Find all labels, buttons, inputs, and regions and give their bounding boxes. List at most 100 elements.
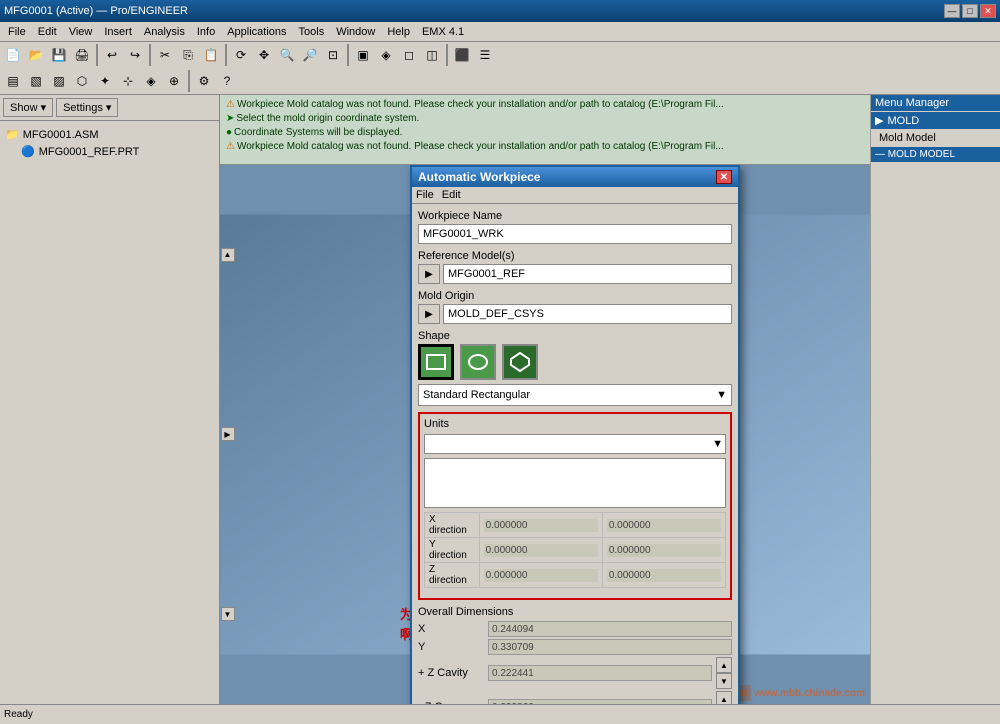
tree-item-asm[interactable]: 📁 MFG0001.ASM bbox=[5, 126, 214, 143]
zoom-out-icon[interactable]: 🔎 bbox=[299, 44, 321, 66]
status-text-4: Workpiece Mold catalog was not found. Pl… bbox=[237, 140, 724, 154]
nav-mid[interactable]: ▶ bbox=[221, 427, 235, 441]
pan-icon[interactable]: ✥ bbox=[253, 44, 275, 66]
nav-up[interactable]: ▲ bbox=[221, 248, 235, 262]
show-dropdown[interactable]: Show ▾ bbox=[3, 98, 53, 117]
units-dropdown[interactable]: ▼ bbox=[424, 434, 726, 454]
tree-item-prt[interactable]: 🔵 MFG0001_REF.PRT bbox=[5, 143, 214, 160]
mold-model-section[interactable]: — MOLD MODEL bbox=[871, 147, 1000, 162]
asm-icon: 📁 bbox=[5, 128, 19, 141]
z-cavity-input[interactable] bbox=[488, 665, 712, 681]
content-area: Show ▾ Settings ▾ 📁 MFG0001.ASM 🔵 MFG000… bbox=[0, 95, 1000, 704]
mold-model-item[interactable]: Mold Model bbox=[871, 130, 1000, 146]
hidden-icon[interactable]: ◫ bbox=[421, 44, 443, 66]
open-icon[interactable]: 📂 bbox=[25, 44, 47, 66]
t2-icon2[interactable]: ▧ bbox=[25, 70, 47, 92]
shape-round-btn[interactable] bbox=[460, 344, 496, 380]
mold-section[interactable]: ▶ MOLD bbox=[871, 112, 1000, 129]
right-menu-manager: Menu Manager ▶ MOLD Mold Model — MOLD MO… bbox=[870, 95, 1000, 704]
dialog-menu-file[interactable]: File bbox=[416, 189, 434, 201]
menu-emx[interactable]: EMX 4.1 bbox=[416, 24, 470, 40]
z-dir-val2 bbox=[602, 563, 725, 588]
mold-arrow-icon: ▶ bbox=[875, 114, 883, 127]
asm-label: MFG0001.ASM bbox=[23, 129, 99, 141]
viewport-area[interactable]: MOLD_DEF_CSYS PTNG PLANE ▲ ▶ ▼ 为什么units bbox=[220, 165, 870, 704]
t2-icon4[interactable]: ⬡ bbox=[71, 70, 93, 92]
fit-icon[interactable]: ⊡ bbox=[322, 44, 344, 66]
rotate-icon[interactable]: ⟳ bbox=[230, 44, 252, 66]
ref-arrow-btn[interactable]: ▶ bbox=[418, 264, 440, 284]
z-cavity-up-btn[interactable]: ▲ bbox=[716, 657, 732, 673]
model-icon[interactable]: ⬛ bbox=[451, 44, 473, 66]
dialog-menubar: File Edit bbox=[412, 187, 738, 204]
workpiece-name-label: Workpiece Name bbox=[418, 210, 732, 222]
close-button[interactable]: ✕ bbox=[980, 4, 996, 18]
toolbar-area: 📄 📂 💾 🖨 ↩ ↪ ✂ ⎘ 📋 ⟳ ✥ 🔍 🔎 ⊡ ▣ ◈ ◻ ◫ ⬛ ☰ bbox=[0, 42, 1000, 95]
cut-icon[interactable]: ✂ bbox=[154, 44, 176, 66]
new-icon[interactable]: 📄 bbox=[2, 44, 24, 66]
title-text: MFG0001 (Active) — Pro/ENGINEER bbox=[4, 5, 188, 17]
y-overall-input[interactable] bbox=[488, 639, 732, 655]
workpiece-name-input[interactable] bbox=[418, 224, 732, 244]
y-dir-input2 bbox=[607, 544, 721, 557]
warn-icon-2: ⚠ bbox=[226, 140, 235, 154]
mold-origin-input[interactable] bbox=[443, 304, 732, 324]
minimize-button[interactable]: — bbox=[944, 4, 960, 18]
overall-title: Overall Dimensions bbox=[418, 606, 732, 618]
t2-icon7[interactable]: ◈ bbox=[140, 70, 162, 92]
z-core-up-btn[interactable]: ▲ bbox=[716, 691, 732, 704]
copy-icon[interactable]: ⎘ bbox=[177, 44, 199, 66]
t2-icon10[interactable]: ? bbox=[216, 70, 238, 92]
t2-icon1[interactable]: ▤ bbox=[2, 70, 24, 92]
paste-icon[interactable]: 📋 bbox=[200, 44, 222, 66]
layer-icon[interactable]: ☰ bbox=[474, 44, 496, 66]
reference-model-input[interactable] bbox=[443, 264, 732, 284]
print-icon[interactable]: 🖨 bbox=[71, 44, 93, 66]
x-dir-label: X direction bbox=[425, 513, 480, 538]
menu-file[interactable]: File bbox=[2, 24, 32, 40]
origin-arrow-btn[interactable]: ▶ bbox=[418, 304, 440, 324]
dialog-menu-edit[interactable]: Edit bbox=[442, 189, 461, 201]
undo-icon[interactable]: ↩ bbox=[101, 44, 123, 66]
x-dir-val1 bbox=[479, 513, 602, 538]
t2-icon3[interactable]: ▨ bbox=[48, 70, 70, 92]
z-dir-input2 bbox=[607, 569, 721, 582]
menu-insert[interactable]: Insert bbox=[98, 24, 138, 40]
left-section: Show ▾ Settings ▾ 📁 MFG0001.ASM 🔵 MFG000… bbox=[0, 95, 220, 704]
units-dropdown-arrow: ▼ bbox=[712, 438, 723, 450]
t2-icon8[interactable]: ⊕ bbox=[163, 70, 185, 92]
zoom-in-icon[interactable]: 🔍 bbox=[276, 44, 298, 66]
menu-help[interactable]: Help bbox=[381, 24, 416, 40]
shading-icon[interactable]: ◈ bbox=[375, 44, 397, 66]
side-controls: ▲ ▶ ▼ bbox=[220, 165, 235, 704]
menu-applications[interactable]: Applications bbox=[221, 24, 292, 40]
shape-custom-btn[interactable] bbox=[502, 344, 538, 380]
title-bar-buttons: — □ ✕ bbox=[944, 4, 996, 18]
dialog-close-button[interactable]: ✕ bbox=[716, 170, 732, 184]
wire-icon[interactable]: ◻ bbox=[398, 44, 420, 66]
maximize-button[interactable]: □ bbox=[962, 4, 978, 18]
shape-dropdown[interactable]: Standard Rectangular ▼ bbox=[418, 384, 732, 406]
shape-rect-btn[interactable] bbox=[418, 344, 454, 380]
nav-down[interactable]: ▼ bbox=[221, 607, 235, 621]
settings-dropdown[interactable]: Settings ▾ bbox=[56, 98, 118, 117]
sep4 bbox=[347, 44, 349, 66]
render-icon[interactable]: ▣ bbox=[352, 44, 374, 66]
redo-icon[interactable]: ↪ bbox=[124, 44, 146, 66]
z-core-input[interactable] bbox=[488, 699, 712, 704]
menu-view[interactable]: View bbox=[63, 24, 99, 40]
t2-icon6[interactable]: ⊹ bbox=[117, 70, 139, 92]
z-direction-row: Z direction bbox=[425, 563, 726, 588]
dialog-title: Automatic Workpiece bbox=[418, 170, 540, 184]
menu-info[interactable]: Info bbox=[191, 24, 221, 40]
menu-window[interactable]: Window bbox=[330, 24, 381, 40]
x-overall-input[interactable] bbox=[488, 621, 732, 637]
menu-edit[interactable]: Edit bbox=[32, 24, 63, 40]
units-title: Units bbox=[424, 418, 726, 430]
t2-icon9[interactable]: ⚙ bbox=[193, 70, 215, 92]
t2-icon5[interactable]: ✦ bbox=[94, 70, 116, 92]
menu-analysis[interactable]: Analysis bbox=[138, 24, 191, 40]
z-cavity-down-btn[interactable]: ▼ bbox=[716, 673, 732, 689]
menu-tools[interactable]: Tools bbox=[293, 24, 331, 40]
save-icon[interactable]: 💾 bbox=[48, 44, 70, 66]
